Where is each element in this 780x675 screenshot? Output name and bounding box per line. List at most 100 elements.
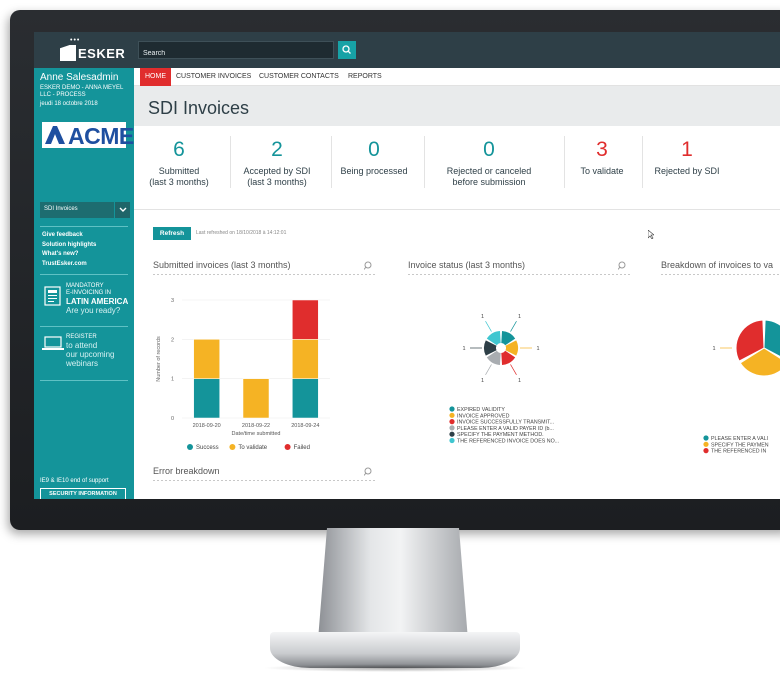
legend-marker bbox=[449, 406, 455, 412]
promo-line: REGISTER bbox=[66, 334, 97, 340]
current-date: jeudi 18 octobre 2018 bbox=[40, 101, 98, 107]
stat-value: 2 bbox=[271, 138, 283, 161]
stat-label: Submitted (last 3 months) bbox=[149, 166, 209, 187]
pie-leader-line bbox=[485, 364, 492, 376]
sidebar-divider bbox=[40, 226, 128, 227]
stat-submitted[interactable]: 6 Submitted (last 3 months) bbox=[144, 138, 214, 188]
pie-slice-label: 1 bbox=[481, 314, 484, 320]
promo-line: E-INVOICING IN bbox=[66, 290, 112, 296]
user-name[interactable]: Anne Salesadmin bbox=[40, 72, 118, 83]
legend-label: EXPIRED VALIDITY bbox=[457, 407, 505, 413]
stat-divider bbox=[424, 136, 425, 188]
promo-subline: our upcoming bbox=[66, 350, 115, 359]
search-box bbox=[138, 41, 334, 62]
stat-accepted[interactable]: 2 Accepted by SDI (last 3 months) bbox=[234, 138, 320, 188]
monitor-stand-base bbox=[270, 632, 520, 668]
stat-rejected-by-sdi[interactable]: 1 Rejected by SDI bbox=[652, 138, 722, 177]
sidebar-divider bbox=[40, 380, 128, 381]
bar-segment bbox=[292, 299, 319, 340]
esker-logo[interactable]: ••• ESKER bbox=[60, 37, 130, 63]
y-tick-label: 0 bbox=[171, 416, 174, 422]
legend-label: Success bbox=[196, 445, 219, 451]
nav-reports[interactable]: REPORTS bbox=[348, 68, 382, 86]
webinar-promo[interactable]: REGISTER to attend our upcoming webinars bbox=[66, 334, 114, 368]
chevron-down-icon bbox=[119, 207, 127, 212]
legend-marker bbox=[703, 448, 709, 454]
company-logo-text: ACME bbox=[68, 123, 134, 149]
top-bar: ••• ESKER bbox=[34, 32, 780, 68]
pie-slice-label: 1 bbox=[518, 314, 521, 320]
stat-label: Accepted by SDI (last 3 months) bbox=[243, 166, 311, 187]
page-header: SDI Invoices bbox=[134, 86, 780, 126]
bar-segment bbox=[193, 378, 220, 419]
laptop-icon bbox=[42, 336, 64, 350]
stat-label: Rejected by SDI bbox=[654, 166, 720, 176]
charts-layer: 0 1 2 3 Number of records 2018-09-20 2018-09-2… bbox=[156, 298, 780, 455]
legend-label: Failed bbox=[294, 445, 310, 451]
ie-support-note[interactable]: IE9 & IE10 end of support bbox=[40, 478, 109, 484]
stat-label: To validate bbox=[580, 166, 624, 176]
latam-promo[interactable]: MANDATORY E-INVOICING IN LATIN AMERICA A… bbox=[66, 283, 128, 315]
bar-segment bbox=[193, 339, 220, 379]
acme-mark-icon bbox=[45, 126, 65, 144]
trustesker-link[interactable]: TrustEsker.com bbox=[42, 260, 96, 270]
pie-slice-label: 1 bbox=[462, 346, 465, 352]
user-organization: ESKER DEMO - ANNA MEYEL LLC - PROCESS bbox=[40, 85, 124, 98]
pie-slice-label: 1 bbox=[481, 378, 484, 384]
legend-marker bbox=[703, 441, 709, 447]
bar-segment bbox=[292, 339, 319, 379]
sidebar-links: Give feedback Solution highlights What's… bbox=[42, 231, 96, 269]
stat-divider bbox=[331, 136, 332, 188]
legend-marker bbox=[449, 419, 455, 425]
promo-line: MANDATORY bbox=[66, 283, 104, 289]
stat-divider bbox=[230, 136, 231, 188]
legend-label: SPECIFY THE PAYMENT METHOD. bbox=[457, 432, 544, 438]
legend-label: To validate bbox=[238, 445, 267, 451]
promo-subline: Are you ready? bbox=[66, 306, 121, 315]
search-button[interactable] bbox=[338, 41, 356, 59]
sidebar-divider bbox=[40, 326, 128, 327]
dashboard-content: Refresh Last refreshed on 18/10/2018 à 1… bbox=[134, 210, 780, 499]
legend-label: SPECIFY THE PAYMEN bbox=[711, 442, 769, 448]
legend-marker bbox=[229, 444, 236, 450]
legend-label: INVOICE APPROVED bbox=[457, 413, 510, 419]
security-information-button[interactable]: SECURITY INFORMATION bbox=[40, 488, 126, 499]
stat-value: 6 bbox=[173, 138, 185, 161]
pie-slice-label: 1 bbox=[518, 378, 521, 384]
legend-marker bbox=[703, 435, 709, 441]
stat-value: 3 bbox=[596, 138, 608, 161]
view-select[interactable]: SDI Invoices bbox=[40, 202, 114, 218]
view-select-toggle[interactable] bbox=[114, 202, 130, 218]
stat-rejected-before-submission[interactable]: 0 Rejected or canceled before submission bbox=[430, 138, 548, 188]
legend-marker bbox=[449, 431, 455, 437]
x-axis-label: Date/time submitted bbox=[232, 431, 281, 437]
legend-marker bbox=[449, 437, 455, 444]
legend-label: INVOICE SUCCESSFULLY TRANSMIT... bbox=[457, 420, 554, 426]
search-input[interactable] bbox=[139, 45, 319, 62]
nav-customer-contacts[interactable]: CUSTOMER CONTACTS bbox=[259, 68, 339, 86]
pie-slice-label: 1 bbox=[536, 346, 539, 352]
nav-home[interactable]: HOME bbox=[140, 68, 171, 86]
logo-dots-icon: ••• bbox=[70, 37, 81, 44]
x-tick-label: 2018-09-22 bbox=[242, 423, 270, 429]
monitor-shadow bbox=[262, 664, 528, 672]
pie-leader-line bbox=[510, 364, 517, 376]
logo-text: ESKER bbox=[78, 46, 126, 61]
y-tick-label: 3 bbox=[171, 298, 174, 304]
stat-to-validate[interactable]: 3 To validate bbox=[572, 138, 632, 177]
give-feedback-link[interactable]: Give feedback bbox=[42, 231, 96, 241]
stat-being-processed[interactable]: 0 Being processed bbox=[334, 138, 414, 177]
monitor-screen: ••• ESKER Anne Salesadmin ESKER DEMO - A… bbox=[34, 32, 780, 499]
y-tick-label: 1 bbox=[171, 377, 174, 383]
legend-label: THE REFERENCED IN bbox=[711, 449, 767, 455]
solution-highlights-link[interactable]: Solution highlights bbox=[42, 241, 96, 251]
legend-label: PLEASE ENTER A VALID PAYER ID (b... bbox=[457, 426, 554, 432]
x-tick-label: 2018-09-20 bbox=[193, 423, 221, 429]
pie-slice-label: 1 bbox=[712, 346, 715, 352]
legend-marker bbox=[284, 444, 291, 450]
nav-customer-invoices[interactable]: CUSTOMER INVOICES bbox=[176, 68, 251, 86]
whats-new-link[interactable]: What's new? bbox=[42, 250, 96, 260]
left-sidebar: Anne Salesadmin ESKER DEMO - ANNA MEYEL … bbox=[34, 68, 134, 499]
legend-marker bbox=[187, 444, 193, 450]
pie-leader-line bbox=[485, 320, 492, 332]
